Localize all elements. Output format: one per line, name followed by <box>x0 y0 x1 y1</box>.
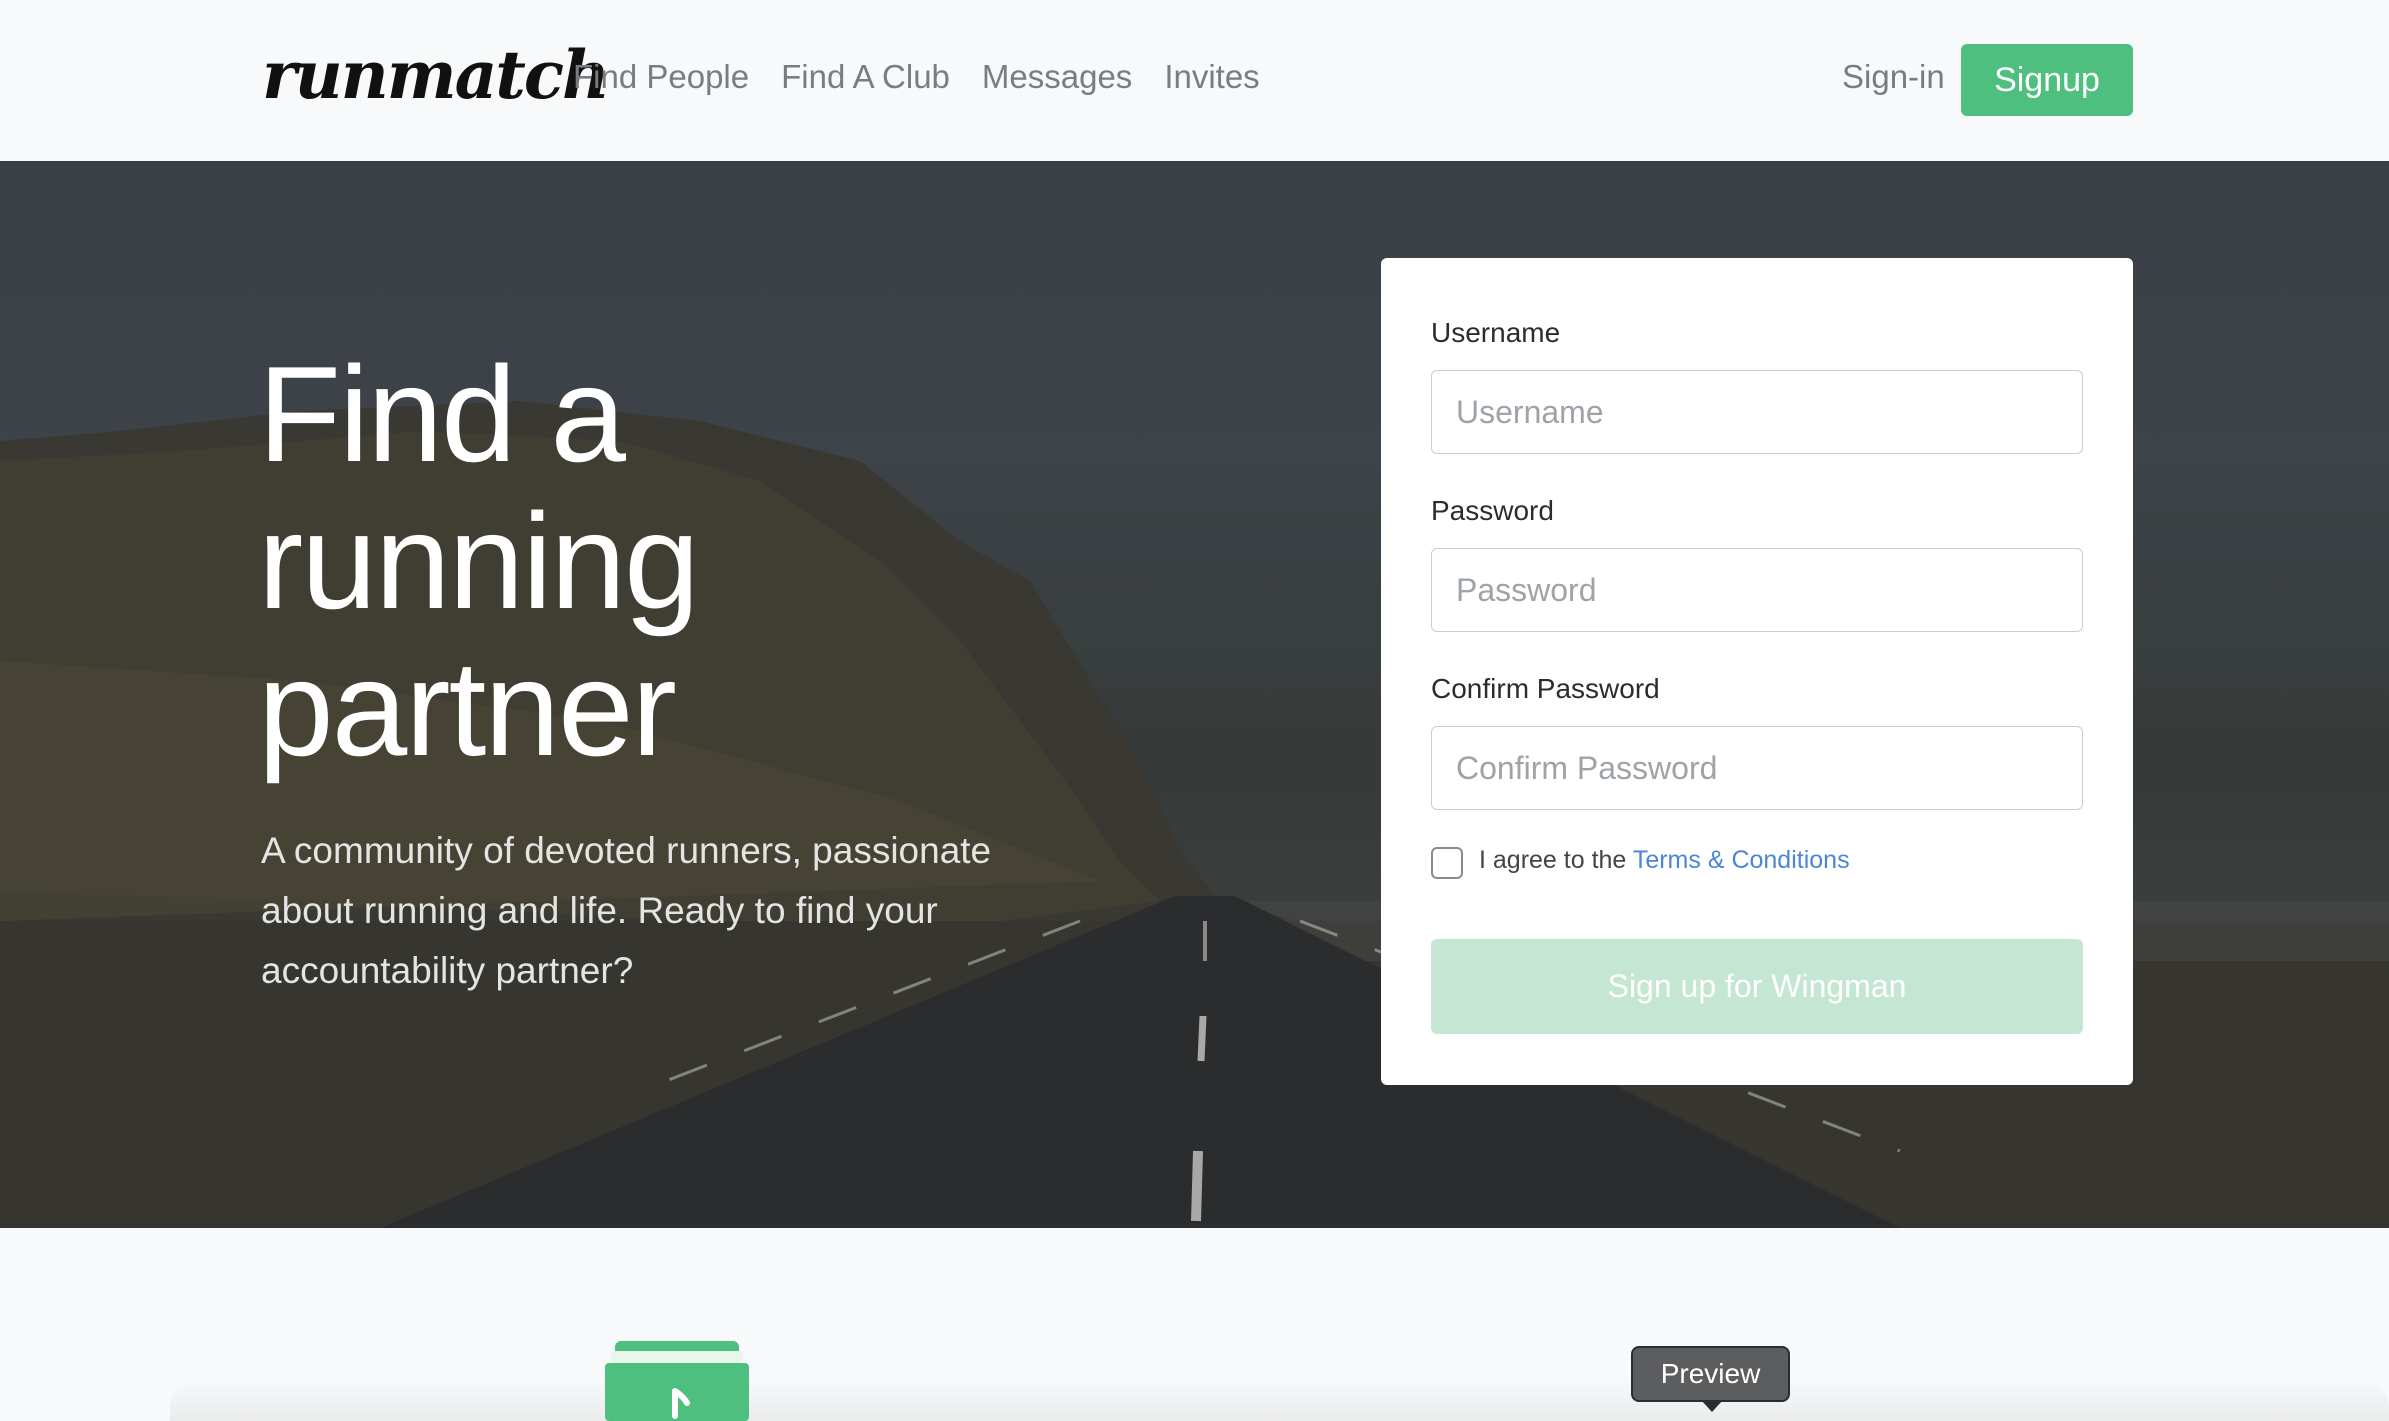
submit-signup-button[interactable]: Sign up for Wingman <box>1431 939 2083 1034</box>
nav-invites[interactable]: Invites <box>1164 58 1259 96</box>
hero-headline: Find a running partner <box>258 341 1058 782</box>
username-input[interactable] <box>1431 370 2083 454</box>
signin-link[interactable]: Sign-in <box>1842 58 1945 96</box>
nav-messages[interactable]: Messages <box>982 58 1132 96</box>
signup-form-card: Username Password Confirm Password I agr… <box>1381 258 2133 1085</box>
features-section: Preview <box>0 1228 2389 1421</box>
agree-text: I agree to the <box>1479 846 1633 874</box>
headline-line-3: partner <box>258 632 677 784</box>
preview-card-edge <box>170 1378 2389 1421</box>
username-label: Username <box>1431 317 1561 348</box>
password-label: Password <box>1431 495 1554 526</box>
terms-checkbox[interactable] <box>1431 847 1463 879</box>
navbar: runmatch Find People Find A Club Message… <box>0 0 2389 161</box>
headline-line-1: Find a <box>258 338 626 490</box>
terms-link[interactable]: Terms & Conditions <box>1633 846 1850 874</box>
folder-music-icon <box>605 1341 749 1421</box>
confirm-password-input[interactable] <box>1431 726 2083 810</box>
hero-subtext: A community of devoted runners, passiona… <box>261 830 992 991</box>
password-input[interactable] <box>1431 548 2083 632</box>
preview-tooltip: Preview <box>1631 1346 1790 1412</box>
signup-button[interactable]: Signup <box>1961 44 2133 116</box>
terms-agreement: I agree to the Terms & Conditions <box>1479 846 1850 875</box>
confirm-password-label: Confirm Password <box>1431 673 1660 704</box>
nav-find-people[interactable]: Find People <box>573 58 749 96</box>
brand-logo[interactable]: runmatch <box>262 36 610 114</box>
headline-line-2: running <box>258 485 700 637</box>
nav-find-a-club[interactable]: Find A Club <box>781 58 950 96</box>
nav-links: Find People Find A Club Messages Invites <box>573 58 1260 96</box>
